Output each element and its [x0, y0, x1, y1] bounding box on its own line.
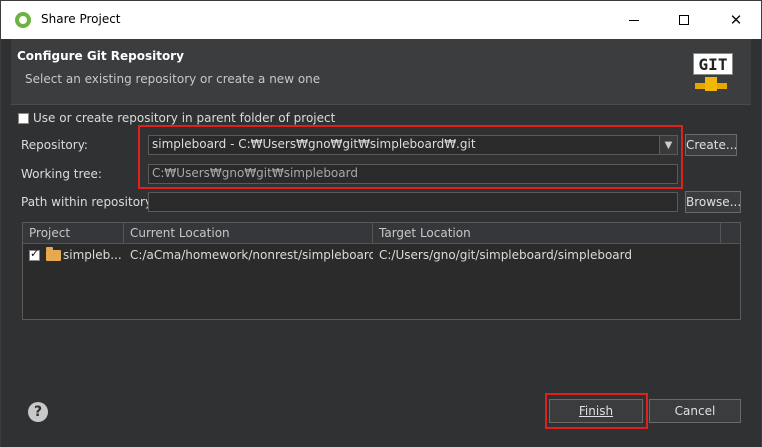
project-name-cell: simpleb...	[63, 248, 122, 262]
repository-select-value: simpleboard - C:₩Users₩gno₩git₩simpleboa…	[152, 137, 476, 151]
maximize-icon	[679, 15, 689, 25]
path-within-repository-label: Path within repository:	[21, 195, 156, 209]
projects-table[interactable]: Project Current Location Target Location…	[22, 222, 741, 320]
minimize-button[interactable]	[611, 1, 657, 39]
finish-button-label: Finish	[578, 404, 614, 418]
maximize-button[interactable]	[661, 1, 707, 39]
target-location-cell: C:/Users/gno/git/simpleboard/simpleboard	[379, 248, 632, 262]
git-logo-icon: GIT	[691, 51, 749, 99]
repository-select[interactable]: simpleboard - C:₩Users₩gno₩git₩simpleboa…	[148, 135, 678, 155]
dialog-footer: ? Finish Cancel	[1, 383, 761, 447]
working-tree-label: Working tree:	[21, 167, 102, 181]
repository-label: Repository:	[21, 138, 88, 152]
use-parent-folder-checkbox[interactable]	[18, 113, 29, 124]
wizard-banner: Configure Git Repository Select an exist…	[11, 39, 751, 105]
column-header-current-location[interactable]: Current Location	[124, 223, 373, 244]
spring-app-icon	[15, 12, 31, 28]
cancel-button[interactable]: Cancel	[649, 399, 741, 423]
finish-button[interactable]: Finish	[549, 399, 643, 423]
close-icon: ✕	[729, 10, 743, 29]
create-repository-button[interactable]: Create...	[685, 134, 737, 156]
help-icon[interactable]: ?	[28, 402, 48, 422]
title-bar: Share Project ✕	[1, 1, 761, 39]
minimize-icon	[629, 19, 639, 21]
browse-button[interactable]: Browse...	[685, 191, 741, 213]
column-header-project[interactable]: Project	[23, 223, 124, 244]
share-project-dialog: Share Project ✕ Configure Git Repository…	[0, 0, 762, 447]
table-row[interactable]: simpleb... C:/aCma/homework/nonrest/simp…	[23, 245, 740, 265]
current-location-cell: C:/aCma/homework/nonrest/simpleboard	[130, 248, 373, 262]
project-checkbox[interactable]	[29, 247, 40, 261]
chevron-down-icon[interactable]: ▼	[659, 136, 677, 154]
column-header-target-location[interactable]: Target Location	[373, 223, 721, 244]
window-title: Share Project	[41, 12, 121, 26]
git-logo-text: GIT	[693, 53, 733, 75]
banner-heading: Configure Git Repository	[17, 49, 184, 63]
git-logo-pipe-vertical	[705, 77, 717, 91]
working-tree-field: C:₩Users₩gno₩git₩simpleboard	[148, 164, 678, 184]
banner-description: Select an existing repository or create …	[25, 72, 321, 86]
table-header: Project Current Location Target Location	[23, 223, 740, 244]
close-button[interactable]: ✕	[713, 1, 759, 39]
path-within-repository-input[interactable]	[148, 192, 678, 212]
use-parent-folder-label: Use or create repository in parent folde…	[33, 111, 336, 125]
